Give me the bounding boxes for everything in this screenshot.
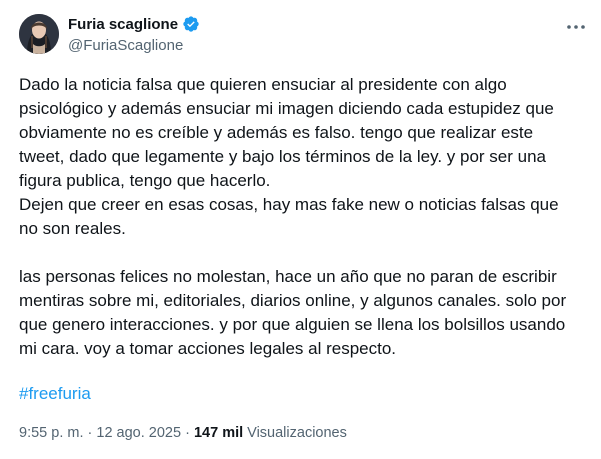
- verified-badge-icon[interactable]: [182, 15, 200, 33]
- tweet-line: psicológico y además ensuciar mi imagen …: [19, 99, 554, 118]
- more-horizontal-icon[interactable]: [562, 17, 590, 37]
- tweet-line: que genero interacciones. y por que algu…: [19, 315, 566, 334]
- views-count[interactable]: 147 mil: [194, 425, 243, 441]
- tweet-line: mi cara. voy a tomar acciones legales al…: [19, 339, 397, 358]
- hashtag-link[interactable]: #freefuria: [19, 382, 91, 406]
- tweet-line: Dejen que creer en esas cosas, hay mas f…: [19, 195, 559, 214]
- avatar-image: [19, 14, 59, 54]
- tweet-line: las personas felices no molestan, hace u…: [19, 267, 557, 286]
- author-display-name[interactable]: Furia scaglione: [68, 16, 178, 33]
- tweet-date[interactable]: 12 ago. 2025: [96, 425, 181, 441]
- meta-separator: ·: [87, 425, 93, 441]
- tweet-line: mentiras sobre mi, editoriales, diarios …: [19, 291, 567, 310]
- tweet-line: obviamente no es creíble y además es fal…: [19, 123, 534, 142]
- author-handle[interactable]: @FuriaScaglione: [68, 37, 183, 54]
- meta-separator: ·: [185, 425, 190, 441]
- avatar[interactable]: [19, 14, 59, 54]
- tweet-time[interactable]: 9:55 p. m.: [19, 425, 83, 441]
- views-label[interactable]: Visualizaciones: [247, 425, 347, 441]
- tweet-line: no son reales.: [19, 219, 126, 238]
- tweet-meta: 9:55 p. m. · 12 ago. 2025 · 147 mil Visu…: [19, 425, 347, 441]
- tweet-blank-line: [19, 241, 584, 265]
- tweet-text: Dado la noticia falsa que quieren ensuci…: [19, 73, 584, 361]
- tweet-line: tweet, dado que legamente y bajo los tér…: [19, 147, 546, 166]
- tweet-card: Furia scaglione @FuriaScaglione Dado la …: [0, 0, 601, 459]
- author-name-row: Furia scaglione: [68, 15, 200, 33]
- tweet-line: figura publica, tengo que hacerlo.: [19, 171, 271, 190]
- tweet-line: Dado la noticia falsa que quieren ensuci…: [19, 75, 507, 94]
